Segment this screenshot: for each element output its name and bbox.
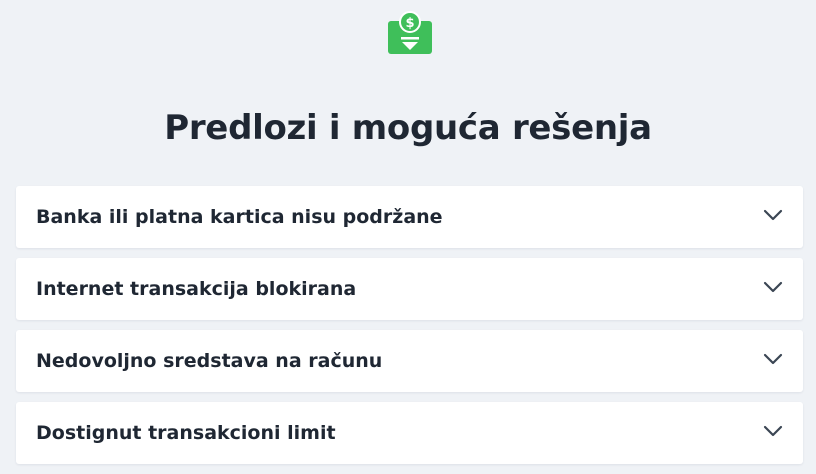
faq-item-limit-reached[interactable]: Dostignut transakcioni limit: [16, 402, 803, 464]
chevron-down-icon[interactable]: [763, 208, 783, 222]
faq-item-internet-blocked[interactable]: Internet transakcija blokirana: [16, 258, 803, 320]
faq-item-unsupported-card[interactable]: Banka ili platna kartica nisu podržane: [16, 186, 803, 248]
chevron-down-icon[interactable]: [763, 352, 783, 366]
page-title: Predlozi i moguća rešenja: [164, 107, 652, 148]
chevron-down-icon[interactable]: [763, 280, 783, 294]
money-download-icon: $: [388, 11, 432, 54]
svg-text:$: $: [405, 16, 414, 31]
faq-item-label: Banka ili platna kartica nisu podržane: [36, 206, 443, 228]
faq-item-label: Internet transakcija blokirana: [36, 278, 357, 300]
faq-item-label: Dostignut transakcioni limit: [36, 422, 336, 444]
faq-list: Banka ili platna kartica nisu podržane I…: [16, 186, 803, 474]
chevron-down-icon[interactable]: [763, 424, 783, 438]
faq-item-label: Nedovoljno sredstava na računu: [36, 350, 383, 372]
faq-item-insufficient-funds[interactable]: Nedovoljno sredstava na računu: [16, 330, 803, 392]
